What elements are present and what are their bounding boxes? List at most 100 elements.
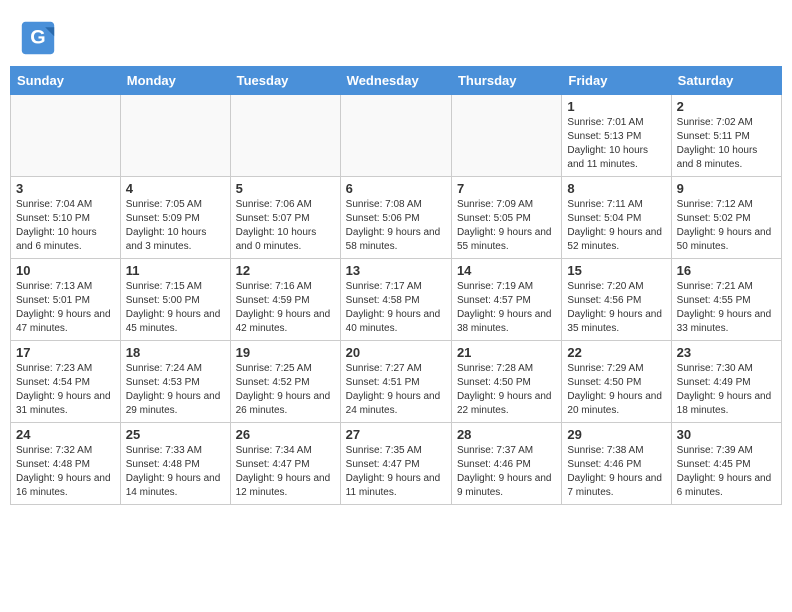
day-number: 1 <box>567 99 665 114</box>
calendar-cell: 12 Sunrise: 7:16 AM Sunset: 4:59 PM Dayli… <box>230 259 340 341</box>
day-info: Sunrise: 7:04 AM Sunset: 5:10 PM Dayligh… <box>16 198 115 254</box>
day-number: 13 <box>346 263 446 278</box>
day-info: Sunrise: 7:16 AM Sunset: 4:59 PM Dayligh… <box>236 280 335 336</box>
day-number: 6 <box>346 181 446 196</box>
calendar-cell: 17 Sunrise: 7:23 AM Sunset: 4:54 PM Dayli… <box>11 341 121 423</box>
day-number: 28 <box>457 427 556 442</box>
day-info: Sunrise: 7:02 AM Sunset: 5:11 PM Dayligh… <box>677 116 776 172</box>
day-number: 5 <box>236 181 335 196</box>
calendar-table: SundayMondayTuesdayWednesdayThursdayFrid… <box>10 66 782 505</box>
day-number: 23 <box>677 345 776 360</box>
day-number: 16 <box>677 263 776 278</box>
calendar-cell: 22Sunrise: 7:29 AM Sunset: 4:50 PM Dayli… <box>562 341 671 423</box>
day-number: 22 <box>567 345 665 360</box>
calendar-cell: 23 Sunrise: 7:30 AM Sunset: 4:49 PM Dayli… <box>671 341 781 423</box>
day-number: 29 <box>567 427 665 442</box>
calendar-week-row: 17 Sunrise: 7:23 AM Sunset: 4:54 PM Dayli… <box>11 341 782 423</box>
day-info: Sunrise: 7:20 AM Sunset: 4:56 PM Dayligh… <box>567 280 665 336</box>
day-number: 12 <box>236 263 335 278</box>
day-number: 15 <box>567 263 665 278</box>
calendar-cell: 15 Sunrise: 7:20 AM Sunset: 4:56 PM Dayli… <box>562 259 671 341</box>
day-number: 10 <box>16 263 115 278</box>
day-info: Sunrise: 7:15 AM Sunset: 5:00 PM Dayligh… <box>126 280 225 336</box>
calendar-week-row: 1 Sunrise: 7:01 AM Sunset: 5:13 PM Daylig… <box>11 95 782 177</box>
day-info: Sunrise: 7:30 AM Sunset: 4:49 PM Dayligh… <box>677 362 776 418</box>
calendar-cell <box>230 95 340 177</box>
calendar-cell: 13Sunrise: 7:17 AM Sunset: 4:58 PM Dayli… <box>340 259 451 341</box>
day-info: Sunrise: 7:08 AM Sunset: 5:06 PM Dayligh… <box>346 198 446 254</box>
day-info: Sunrise: 7:33 AM Sunset: 4:48 PM Dayligh… <box>126 444 225 500</box>
calendar-cell: 27 Sunrise: 7:35 AM Sunset: 4:47 PM Dayli… <box>340 423 451 505</box>
day-info: Sunrise: 7:13 AM Sunset: 5:01 PM Dayligh… <box>16 280 115 336</box>
calendar-cell: 7 Sunrise: 7:09 AM Sunset: 5:05 PM Daylig… <box>451 177 561 259</box>
calendar-header-row: SundayMondayTuesdayWednesdayThursdayFrid… <box>11 67 782 95</box>
calendar-cell <box>340 95 451 177</box>
day-number: 27 <box>346 427 446 442</box>
day-of-week-header: Friday <box>562 67 671 95</box>
calendar-cell: 5 Sunrise: 7:06 AM Sunset: 5:07 PM Daylig… <box>230 177 340 259</box>
day-info: Sunrise: 7:24 AM Sunset: 4:53 PM Dayligh… <box>126 362 225 418</box>
day-info: Sunrise: 7:06 AM Sunset: 5:07 PM Dayligh… <box>236 198 335 254</box>
day-info: Sunrise: 7:09 AM Sunset: 5:05 PM Dayligh… <box>457 198 556 254</box>
day-number: 17 <box>16 345 115 360</box>
calendar-cell: 24 Sunrise: 7:32 AM Sunset: 4:48 PM Dayli… <box>11 423 121 505</box>
calendar-cell: 6 Sunrise: 7:08 AM Sunset: 5:06 PM Daylig… <box>340 177 451 259</box>
calendar-cell: 21Sunrise: 7:28 AM Sunset: 4:50 PM Dayli… <box>451 341 561 423</box>
calendar-cell: 25 Sunrise: 7:33 AM Sunset: 4:48 PM Dayli… <box>120 423 230 505</box>
day-info: Sunrise: 7:01 AM Sunset: 5:13 PM Dayligh… <box>567 116 665 172</box>
day-info: Sunrise: 7:23 AM Sunset: 4:54 PM Dayligh… <box>16 362 115 418</box>
calendar-cell: 3 Sunrise: 7:04 AM Sunset: 5:10 PM Daylig… <box>11 177 121 259</box>
day-number: 3 <box>16 181 115 196</box>
day-info: Sunrise: 7:37 AM Sunset: 4:46 PM Dayligh… <box>457 444 556 500</box>
day-number: 30 <box>677 427 776 442</box>
day-number: 25 <box>126 427 225 442</box>
calendar-cell: 19 Sunrise: 7:25 AM Sunset: 4:52 PM Dayli… <box>230 341 340 423</box>
calendar-cell: 2 Sunrise: 7:02 AM Sunset: 5:11 PM Daylig… <box>671 95 781 177</box>
calendar-cell: 1 Sunrise: 7:01 AM Sunset: 5:13 PM Daylig… <box>562 95 671 177</box>
day-number: 11 <box>126 263 225 278</box>
day-number: 19 <box>236 345 335 360</box>
calendar-cell: 8 Sunrise: 7:11 AM Sunset: 5:04 PM Daylig… <box>562 177 671 259</box>
calendar-cell: 11 Sunrise: 7:15 AM Sunset: 5:00 PM Dayli… <box>120 259 230 341</box>
day-info: Sunrise: 7:19 AM Sunset: 4:57 PM Dayligh… <box>457 280 556 336</box>
calendar-cell: 26Sunrise: 7:34 AM Sunset: 4:47 PM Dayli… <box>230 423 340 505</box>
page-header: G <box>10 10 782 61</box>
day-number: 18 <box>126 345 225 360</box>
calendar-cell: 14 Sunrise: 7:19 AM Sunset: 4:57 PM Dayli… <box>451 259 561 341</box>
day-number: 2 <box>677 99 776 114</box>
day-info: Sunrise: 7:32 AM Sunset: 4:48 PM Dayligh… <box>16 444 115 500</box>
day-of-week-header: Monday <box>120 67 230 95</box>
day-info: Sunrise: 7:05 AM Sunset: 5:09 PM Dayligh… <box>126 198 225 254</box>
day-number: 21 <box>457 345 556 360</box>
day-of-week-header: Saturday <box>671 67 781 95</box>
day-of-week-header: Wednesday <box>340 67 451 95</box>
calendar-cell: 20 Sunrise: 7:27 AM Sunset: 4:51 PM Dayli… <box>340 341 451 423</box>
day-info: Sunrise: 7:12 AM Sunset: 5:02 PM Dayligh… <box>677 198 776 254</box>
day-number: 8 <box>567 181 665 196</box>
calendar-week-row: 3 Sunrise: 7:04 AM Sunset: 5:10 PM Daylig… <box>11 177 782 259</box>
svg-text:G: G <box>30 26 45 48</box>
day-info: Sunrise: 7:21 AM Sunset: 4:55 PM Dayligh… <box>677 280 776 336</box>
calendar-cell: 18 Sunrise: 7:24 AM Sunset: 4:53 PM Dayli… <box>120 341 230 423</box>
day-number: 26 <box>236 427 335 442</box>
day-info: Sunrise: 7:35 AM Sunset: 4:47 PM Dayligh… <box>346 444 446 500</box>
day-number: 4 <box>126 181 225 196</box>
day-of-week-header: Sunday <box>11 67 121 95</box>
day-info: Sunrise: 7:27 AM Sunset: 4:51 PM Dayligh… <box>346 362 446 418</box>
day-info: Sunrise: 7:25 AM Sunset: 4:52 PM Dayligh… <box>236 362 335 418</box>
day-number: 14 <box>457 263 556 278</box>
calendar-cell <box>451 95 561 177</box>
day-info: Sunrise: 7:11 AM Sunset: 5:04 PM Dayligh… <box>567 198 665 254</box>
calendar-cell: 28 Sunrise: 7:37 AM Sunset: 4:46 PM Dayli… <box>451 423 561 505</box>
calendar-cell: 10 Sunrise: 7:13 AM Sunset: 5:01 PM Dayli… <box>11 259 121 341</box>
day-number: 7 <box>457 181 556 196</box>
calendar-cell: 30Sunrise: 7:39 AM Sunset: 4:45 PM Dayli… <box>671 423 781 505</box>
calendar-cell: 9Sunrise: 7:12 AM Sunset: 5:02 PM Daylig… <box>671 177 781 259</box>
calendar-cell <box>120 95 230 177</box>
calendar-week-row: 10 Sunrise: 7:13 AM Sunset: 5:01 PM Dayli… <box>11 259 782 341</box>
logo: G <box>20 20 60 56</box>
calendar-cell: 16 Sunrise: 7:21 AM Sunset: 4:55 PM Dayli… <box>671 259 781 341</box>
calendar-cell <box>11 95 121 177</box>
day-number: 24 <box>16 427 115 442</box>
day-number: 20 <box>346 345 446 360</box>
